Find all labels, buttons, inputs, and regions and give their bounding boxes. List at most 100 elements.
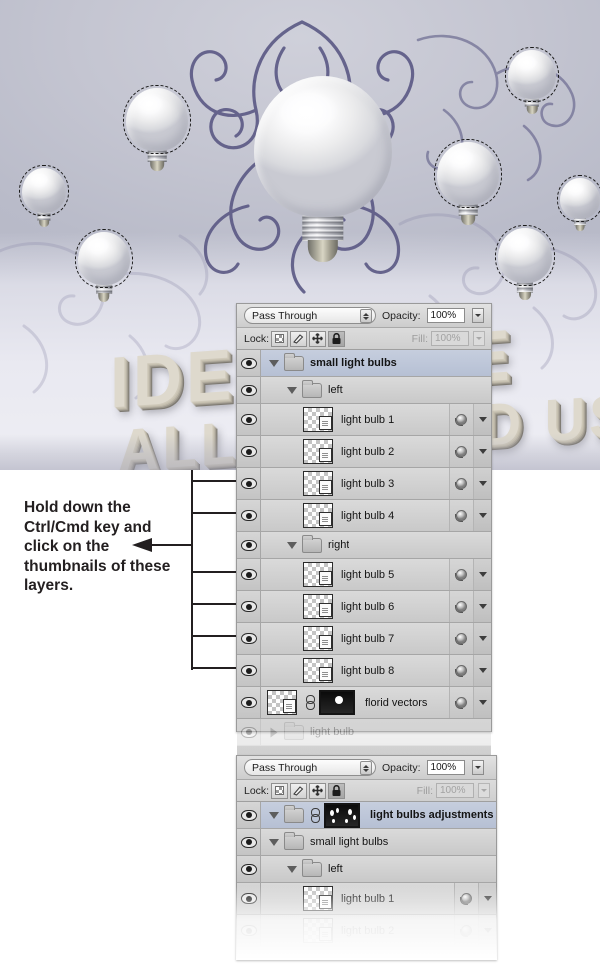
- layer-visibility-toggle[interactable]: [237, 687, 261, 718]
- layer-row[interactable]: light bulb 5: [237, 559, 491, 591]
- layer-expand-chevron-icon[interactable]: [473, 468, 491, 499]
- layer-thumbnail[interactable]: [303, 439, 333, 464]
- layer-expand-chevron-icon[interactable]: [473, 500, 491, 531]
- blend-mode-select-bottom[interactable]: Pass Through: [244, 759, 376, 776]
- layer-style-fx-icon[interactable]: [449, 468, 473, 499]
- layer-row[interactable]: small light bulbs: [237, 350, 491, 377]
- layer-visibility-toggle[interactable]: [237, 655, 261, 686]
- fill-dropdown-icon[interactable]: [473, 331, 485, 346]
- layer-expand-chevron-icon[interactable]: [478, 915, 496, 946]
- layer-row[interactable]: florid vectors: [237, 687, 491, 719]
- layer-expand-chevron-icon[interactable]: [473, 559, 491, 590]
- layer-visibility-toggle[interactable]: [237, 559, 261, 590]
- layers-panel-top[interactable]: Pass Through Opacity: 100% Lock: Fill: 1…: [236, 303, 492, 772]
- layer-row[interactable]: light bulb 2: [237, 436, 491, 468]
- layer-style-fx-icon[interactable]: [449, 687, 473, 718]
- fill-input[interactable]: 100%: [431, 331, 469, 346]
- layer-thumbnail[interactable]: [303, 407, 333, 432]
- layer-visibility-toggle[interactable]: [237, 591, 261, 622]
- lock-all-button-bottom[interactable]: [328, 782, 346, 799]
- layer-expand-chevron-icon[interactable]: [473, 404, 491, 435]
- group-disclosure-triangle-icon[interactable]: [287, 865, 297, 873]
- layer-expand-chevron-icon[interactable]: [473, 436, 491, 467]
- layer-thumbnail[interactable]: [303, 471, 333, 496]
- layer-expand-chevron-icon[interactable]: [473, 623, 491, 654]
- lock-transparent-pixels-button-bottom[interactable]: [271, 782, 289, 799]
- group-disclosure-triangle-icon[interactable]: [269, 811, 279, 819]
- layer-row[interactable]: light bulb 1: [237, 404, 491, 436]
- layer-style-fx-icon[interactable]: [449, 655, 473, 686]
- layer-row[interactable]: light bulb: [237, 719, 491, 746]
- layer-visibility-toggle[interactable]: [237, 404, 261, 435]
- layer-visibility-toggle[interactable]: [237, 532, 261, 558]
- fill-input-bottom[interactable]: 100%: [436, 783, 474, 798]
- lock-transparent-pixels-button[interactable]: [271, 330, 289, 347]
- layer-row[interactable]: light bulb 6: [237, 591, 491, 623]
- lock-image-pixels-button-bottom[interactable]: [290, 782, 308, 799]
- layer-thumbnail[interactable]: [303, 562, 333, 587]
- lock-position-button[interactable]: [309, 330, 327, 347]
- layers-list-top[interactable]: small light bulbs left light bulb 1 light b…: [237, 350, 491, 746]
- group-disclosure-triangle-icon[interactable]: [269, 359, 279, 367]
- opacity-dropdown-icon[interactable]: [471, 308, 484, 323]
- layer-thumbnail[interactable]: [303, 503, 333, 528]
- layer-thumbnail[interactable]: [303, 594, 333, 619]
- layer-row[interactable]: light bulbs adjustments: [237, 802, 496, 829]
- layer-row[interactable]: light bulb 1: [237, 883, 496, 915]
- lock-all-button[interactable]: [328, 330, 346, 347]
- blend-mode-stepper-icon[interactable]: [360, 309, 372, 323]
- layer-thumbnail[interactable]: [267, 690, 297, 715]
- layer-expand-chevron-icon[interactable]: [473, 687, 491, 718]
- layer-thumbnail[interactable]: [303, 886, 333, 911]
- layer-style-fx-icon[interactable]: [454, 883, 478, 914]
- layer-row[interactable]: light bulb 7: [237, 623, 491, 655]
- group-disclosure-triangle-icon[interactable]: [287, 386, 297, 394]
- group-disclosure-triangle-icon[interactable]: [287, 541, 297, 549]
- layer-style-fx-icon[interactable]: [449, 500, 473, 531]
- group-disclosure-triangle-icon[interactable]: [270, 727, 278, 737]
- layer-expand-chevron-icon[interactable]: [473, 655, 491, 686]
- layer-visibility-toggle[interactable]: [237, 915, 261, 946]
- layer-visibility-toggle[interactable]: [237, 719, 261, 745]
- mask-link-icon[interactable]: [310, 807, 320, 823]
- layer-row[interactable]: small light bulbs: [237, 829, 496, 856]
- layer-style-fx-icon[interactable]: [454, 915, 478, 946]
- layers-panel-bottom[interactable]: Pass Through Opacity: 100% Lock: Fill: 1…: [236, 755, 497, 960]
- layer-style-fx-icon[interactable]: [449, 591, 473, 622]
- layer-visibility-toggle[interactable]: [237, 350, 261, 376]
- layer-visibility-toggle[interactable]: [237, 468, 261, 499]
- layer-style-fx-icon[interactable]: [449, 404, 473, 435]
- layer-row[interactable]: left: [237, 377, 491, 404]
- layer-visibility-toggle[interactable]: [237, 623, 261, 654]
- layer-row[interactable]: light bulb 3: [237, 468, 491, 500]
- layer-row[interactable]: light bulb 2: [237, 915, 496, 947]
- layer-thumbnail[interactable]: [303, 658, 333, 683]
- opacity-dropdown-icon-bottom[interactable]: [471, 760, 484, 775]
- layer-visibility-toggle[interactable]: [237, 500, 261, 531]
- layer-visibility-toggle[interactable]: [237, 829, 261, 855]
- layer-visibility-toggle[interactable]: [237, 377, 261, 403]
- opacity-input-bottom[interactable]: 100%: [426, 760, 465, 775]
- fill-dropdown-icon-bottom[interactable]: [478, 783, 490, 798]
- layer-mask-thumbnail[interactable]: [319, 690, 355, 715]
- layer-expand-chevron-icon[interactable]: [473, 591, 491, 622]
- group-disclosure-triangle-icon[interactable]: [269, 838, 279, 846]
- layer-expand-chevron-icon[interactable]: [478, 883, 496, 914]
- layers-list-bottom[interactable]: light bulbs adjustments small light bulbs…: [237, 802, 496, 947]
- layer-style-fx-icon[interactable]: [449, 623, 473, 654]
- blend-mode-stepper-icon-bottom[interactable]: [360, 761, 372, 775]
- layer-style-fx-icon[interactable]: [449, 559, 473, 590]
- opacity-input[interactable]: 100%: [426, 308, 465, 323]
- layer-visibility-toggle[interactable]: [237, 883, 261, 914]
- layer-style-fx-icon[interactable]: [449, 436, 473, 467]
- layer-visibility-toggle[interactable]: [237, 802, 261, 828]
- layer-thumbnail[interactable]: [303, 918, 333, 943]
- layer-row[interactable]: light bulb 4: [237, 500, 491, 532]
- mask-link-icon[interactable]: [305, 695, 315, 710]
- layer-row[interactable]: light bulb 8: [237, 655, 491, 687]
- lock-image-pixels-button[interactable]: [290, 330, 308, 347]
- layer-visibility-toggle[interactable]: [237, 436, 261, 467]
- blend-mode-select[interactable]: Pass Through: [244, 307, 376, 324]
- layer-row[interactable]: right: [237, 532, 491, 559]
- layer-visibility-toggle[interactable]: [237, 856, 261, 882]
